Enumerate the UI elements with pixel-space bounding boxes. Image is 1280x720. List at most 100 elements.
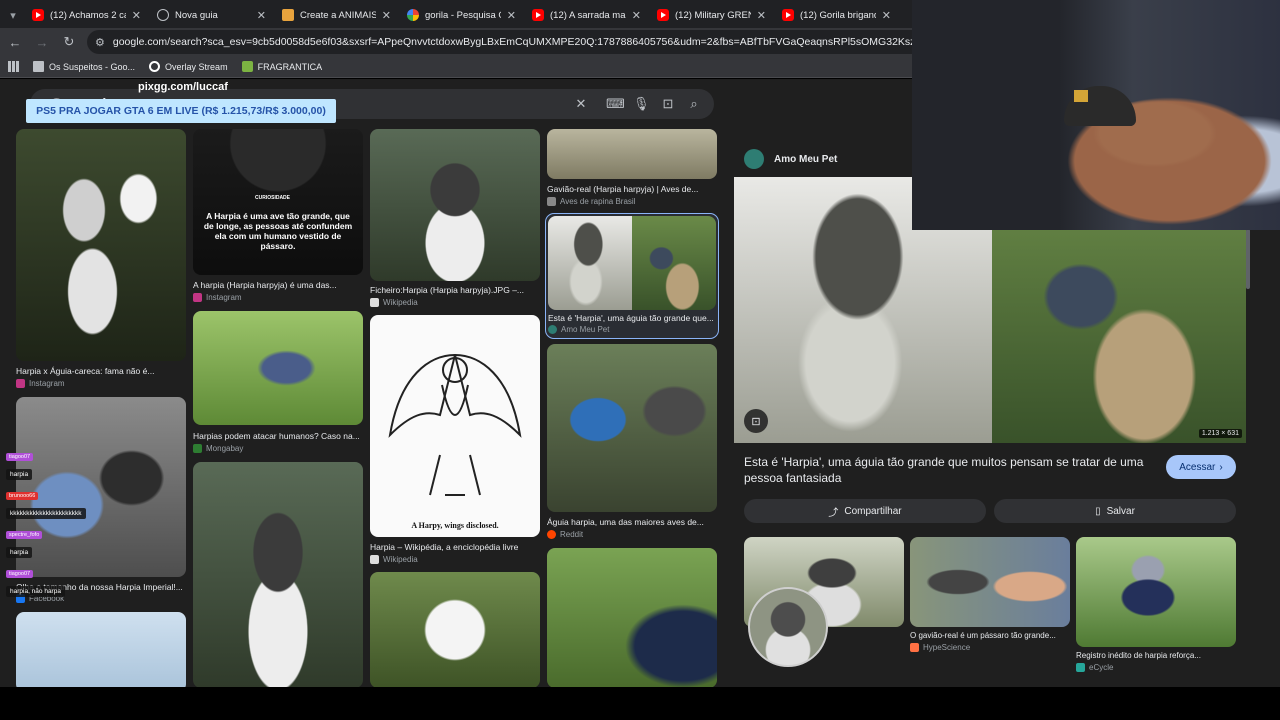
result-caption[interactable]: Gavião-real (Harpia harpyja) | Aves de..… bbox=[547, 184, 717, 194]
related-image-thumb[interactable] bbox=[1076, 537, 1236, 647]
result-image[interactable] bbox=[193, 311, 363, 425]
close-icon[interactable]: ✕ bbox=[382, 9, 391, 22]
result-caption[interactable]: Harpia x Águia-careca: fama não é... bbox=[16, 366, 186, 376]
result-source[interactable]: Amo Meu Pet bbox=[548, 325, 609, 334]
result-card[interactable]: Gavião-real (Harpia harpyja) | Aves de..… bbox=[547, 129, 717, 209]
related-image[interactable]: Registro inédito de harpia reforça... eC… bbox=[1076, 537, 1236, 672]
result-image[interactable] bbox=[193, 462, 363, 687]
result-card-selected[interactable]: Esta é 'Harpia', uma águia tão grande qu… bbox=[545, 213, 719, 339]
related-image-thumb[interactable] bbox=[910, 537, 1070, 627]
save-button[interactable]: ▯ Salvar bbox=[994, 499, 1236, 523]
search-icon[interactable]: ⌕ bbox=[686, 96, 702, 112]
close-icon[interactable]: ✕ bbox=[257, 9, 266, 22]
result-caption[interactable]: Harpias podem atacar humanos? Caso na... bbox=[193, 431, 363, 441]
related-image[interactable] bbox=[744, 537, 904, 667]
lens-icon[interactable]: ⊡ bbox=[660, 96, 676, 112]
bookmark-overlay[interactable]: Overlay Stream bbox=[149, 61, 228, 72]
bookmark-apps[interactable] bbox=[8, 61, 19, 72]
share-button[interactable]: ⤴ Compartilhar bbox=[744, 499, 986, 523]
result-source[interactable]: Aves de rapina Brasil bbox=[547, 197, 635, 206]
tab-title: (12) Gorila brigando l bbox=[800, 9, 876, 21]
result-caption[interactable]: A harpia (Harpia harpyja) é uma das... bbox=[193, 280, 363, 290]
close-icon[interactable]: ✕ bbox=[507, 9, 516, 22]
close-icon[interactable]: ✕ bbox=[882, 9, 891, 22]
drawing-caption: A Harpy, wings disclosed. bbox=[411, 521, 499, 530]
related-caption[interactable]: Registro inédito de harpia reforça... bbox=[1076, 651, 1236, 660]
result-card[interactable]: Harpia x Águia-careca: fama não é... Ins… bbox=[16, 129, 186, 391]
result-caption[interactable]: Águia harpia, uma das maiores aves de... bbox=[547, 517, 717, 527]
tab-search-icon[interactable]: ▾ bbox=[2, 2, 24, 28]
result-image[interactable] bbox=[547, 548, 717, 687]
result-image[interactable] bbox=[547, 344, 717, 512]
bookmark-label: Overlay Stream bbox=[165, 61, 228, 72]
result-image[interactable] bbox=[547, 129, 717, 179]
tab-0[interactable]: (12) Achamos 2 cangu ✕ bbox=[24, 2, 149, 28]
chat-user: spectre_fofo bbox=[6, 531, 43, 539]
result-image[interactable] bbox=[370, 129, 540, 281]
keyboard-icon[interactable]: ⌨ bbox=[606, 96, 625, 112]
tab-1[interactable]: Nova guia ✕ bbox=[149, 2, 274, 28]
result-image[interactable] bbox=[16, 129, 186, 361]
related-caption[interactable]: O gavião-real é um pássaro tão grande... bbox=[910, 631, 1070, 640]
result-image[interactable]: CURIOSIDADE A Harpia é uma ave tão grand… bbox=[193, 129, 363, 275]
result-card[interactable] bbox=[193, 462, 363, 687]
microphone-icon[interactable]: 🎙 bbox=[633, 96, 650, 112]
curiosity-tag: CURIOSIDADE bbox=[255, 195, 291, 201]
result-card[interactable]: Ficheiro:Harpia (Harpia harpyja).JPG –..… bbox=[370, 129, 540, 309]
result-card[interactable]: A Harpy, wings disclosed. Harpia – Wikip… bbox=[370, 315, 540, 565]
instagram-icon bbox=[193, 293, 202, 302]
related-avatar bbox=[748, 587, 828, 667]
clear-icon[interactable]: ✕ bbox=[573, 96, 589, 112]
result-card[interactable] bbox=[547, 548, 717, 687]
result-source[interactable]: Wikipedia bbox=[370, 298, 418, 307]
tab-5[interactable]: (12) Military GRENAD ✕ bbox=[649, 2, 774, 28]
related-image[interactable]: O gavião-real é um pássaro tão grande...… bbox=[910, 537, 1070, 652]
tab-title: (12) Military GRENAD bbox=[675, 9, 751, 21]
bookmark-fragrantica[interactable]: FRAGRANTICA bbox=[241, 61, 322, 72]
result-image[interactable]: A Harpy, wings disclosed. bbox=[370, 315, 540, 537]
related-source[interactable]: HypeScience bbox=[910, 643, 1070, 652]
site-info-icon[interactable]: ⚙ bbox=[95, 36, 105, 49]
tab-title: Nova guia bbox=[175, 9, 218, 21]
panel-source[interactable]: Amo Meu Pet bbox=[744, 149, 837, 169]
forward-icon[interactable]: → bbox=[30, 30, 54, 54]
result-source[interactable]: Mongabay bbox=[193, 444, 243, 453]
ecycle-icon bbox=[1076, 663, 1085, 672]
result-caption[interactable]: Harpia – Wikipédia, a enciclopédia livre bbox=[370, 542, 540, 552]
result-source[interactable]: Instagram bbox=[193, 293, 242, 302]
back-icon[interactable]: ← bbox=[3, 30, 27, 54]
lens-search-icon[interactable]: ⊡ bbox=[744, 409, 768, 433]
result-source[interactable]: Wikipedia bbox=[370, 555, 418, 564]
result-card[interactable]: CURIOSIDADE A Harpia é uma ave tão grand… bbox=[193, 129, 363, 305]
result-source[interactable]: Instagram bbox=[16, 379, 65, 388]
reload-icon[interactable]: ↻ bbox=[57, 30, 81, 54]
chat-message: harpia, não harpa bbox=[6, 586, 65, 597]
close-icon[interactable]: ✕ bbox=[632, 9, 641, 22]
result-source[interactable]: Reddit bbox=[547, 530, 583, 539]
tab-2[interactable]: Create a ANIMAIS QU ✕ bbox=[274, 2, 399, 28]
related-source[interactable]: eCycle bbox=[1076, 663, 1236, 672]
result-image[interactable] bbox=[370, 572, 540, 687]
result-card[interactable]: Harpias podem atacar humanos? Caso na...… bbox=[193, 311, 363, 455]
result-caption[interactable]: Esta é 'Harpia', uma águia tão grande qu… bbox=[548, 313, 716, 323]
result-image[interactable] bbox=[548, 216, 716, 310]
result-card[interactable] bbox=[370, 572, 540, 687]
chevron-right-icon: › bbox=[1219, 461, 1223, 473]
visit-button[interactable]: Acessar › bbox=[1166, 455, 1236, 479]
doc-icon bbox=[282, 9, 294, 21]
tab-title: Create a ANIMAIS QU bbox=[300, 9, 376, 21]
tab-4[interactable]: (12) A sarrada mais tr ✕ bbox=[524, 2, 649, 28]
youtube-icon bbox=[32, 9, 44, 21]
result-caption[interactable]: Ficheiro:Harpia (Harpia harpyja).JPG –..… bbox=[370, 285, 540, 295]
close-icon[interactable]: ✕ bbox=[757, 9, 766, 22]
bookmark-folder[interactable]: Os Suspeitos - Goo... bbox=[33, 61, 135, 72]
result-card[interactable] bbox=[16, 612, 186, 687]
tab-6[interactable]: (12) Gorila brigando l ✕ bbox=[774, 2, 899, 28]
address-bar[interactable]: ⚙ google.com/search?sca_esv=9cb5d0058d5e… bbox=[87, 30, 927, 54]
panel-scrollbar[interactable] bbox=[1246, 229, 1250, 289]
preview-title[interactable]: Esta é 'Harpia', uma águia tão grande qu… bbox=[744, 454, 1144, 486]
result-image[interactable] bbox=[16, 612, 186, 687]
close-icon[interactable]: ✕ bbox=[132, 9, 141, 22]
result-card[interactable]: Águia harpia, uma das maiores aves de...… bbox=[547, 344, 717, 542]
tab-3[interactable]: gorila - Pesquisa Goo ✕ bbox=[399, 2, 524, 28]
